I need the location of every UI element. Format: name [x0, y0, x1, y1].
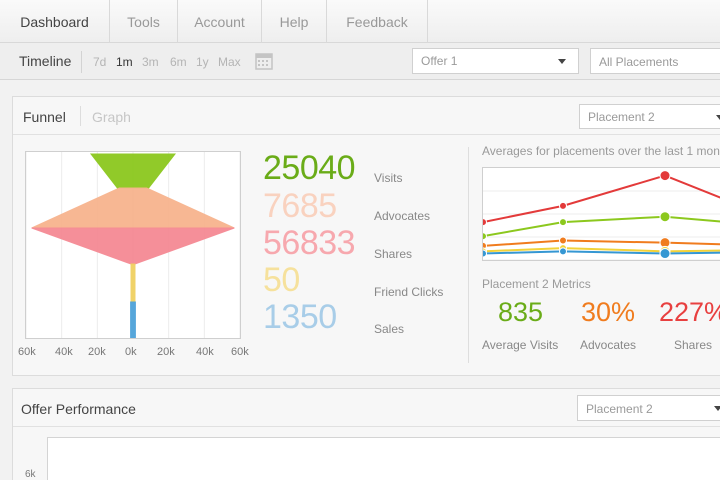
metric-value-friend-clicks: 50 — [263, 261, 300, 299]
x-tick-label: 0k — [125, 346, 137, 358]
series-line-2 — [483, 239, 720, 247]
series-line-1 — [483, 215, 720, 238]
series-line-0 — [483, 174, 720, 224]
range-1m[interactable]: 1m — [116, 55, 133, 69]
series-point-4 — [483, 249, 487, 258]
averages-title: Averages for placements over the last 1 … — [482, 144, 720, 158]
y-tick-label: 6k — [25, 469, 36, 480]
funnel-chart-svg — [25, 152, 241, 339]
nav-tab-account[interactable]: Account — [178, 0, 262, 43]
x-tick-label: 60k — [231, 346, 249, 358]
calendar-icon[interactable] — [255, 52, 273, 70]
metric-label-sales: Sales — [374, 322, 405, 336]
range-3m[interactable]: 3m — [142, 55, 159, 69]
pm-value-shares: 227% — [659, 297, 720, 327]
offer-performance-panel: Offer Performance Placement 2 6k — [12, 388, 720, 480]
metric-label-advocates: Advocates — [374, 209, 431, 223]
pm-label-advocates: Advocates — [580, 338, 637, 352]
panel-header: Offer Performance Placement 2 — [13, 389, 720, 427]
metric-value-shares: 56833 — [263, 224, 356, 262]
pm-value-average-visits: 835 — [498, 297, 544, 327]
nav-tab-tools[interactable]: Tools — [110, 0, 178, 43]
pm-label-shares: Shares — [674, 338, 713, 352]
series-point-4 — [659, 248, 671, 260]
pm-label-average-visits: Average Visits — [482, 338, 559, 352]
tab-graph[interactable]: Graph — [92, 109, 131, 125]
chevron-down-icon — [716, 114, 720, 120]
chevron-down-icon — [558, 59, 566, 64]
placement-select-value: Placement 2 — [586, 402, 653, 416]
top-nav: Dashboard Tools Account Help Feedback — [0, 0, 720, 43]
metric-label-friend-clicks: Friend Clicks — [374, 285, 444, 299]
timeline-bar: Timeline 7d 1m 3m 6m 1y Max Offer 1 All … — [0, 43, 720, 80]
panel-header: Funnel Graph Placement 2 — [13, 97, 720, 135]
placements-select[interactable]: All Placements — [590, 48, 720, 74]
funnel-segment-sales — [130, 301, 136, 339]
pm-value-advocates: 30% — [581, 297, 636, 327]
nav-tab-help[interactable]: Help — [262, 0, 327, 43]
series-point-2 — [559, 236, 567, 245]
range-7d[interactable]: 7d — [93, 55, 106, 69]
placement-metrics-title: Placement 2 Metrics — [482, 277, 591, 291]
funnel-segment-visits — [89, 153, 177, 189]
series-point-1 — [559, 218, 567, 227]
x-tick-label: 40k — [55, 346, 73, 358]
range-6m[interactable]: 6m — [170, 55, 187, 69]
funnel-segment-friend-clicks — [130, 263, 136, 303]
x-tick-label: 20k — [88, 346, 106, 358]
series-point-0 — [483, 218, 487, 227]
funnel-panel: Funnel Graph Placement 2 60k 40k 20k 0k … — [12, 96, 720, 376]
range-max[interactable]: Max — [218, 55, 241, 69]
range-1y[interactable]: 1y — [196, 55, 209, 69]
offer-performance-chart — [47, 437, 720, 480]
nav-tab-feedback[interactable]: Feedback — [327, 0, 428, 43]
timeline-label: Timeline — [19, 53, 72, 69]
nav-tab-dashboard[interactable]: Dashboard — [0, 0, 110, 43]
series-point-0 — [659, 170, 671, 182]
offer-select-value: Offer 1 — [421, 54, 458, 68]
funnel-chart — [25, 151, 241, 339]
offer-performance-title: Offer Performance — [21, 401, 136, 417]
series-point-0 — [559, 201, 567, 210]
offer-select[interactable]: Offer 1 — [412, 48, 579, 74]
averages-line-chart — [482, 167, 720, 261]
tab-funnel[interactable]: Funnel — [23, 109, 66, 125]
series-point-1 — [659, 211, 671, 223]
averages-line-chart-svg — [483, 170, 720, 260]
metric-value-sales: 1350 — [263, 298, 337, 336]
x-tick-label: 40k — [196, 346, 214, 358]
x-tick-label: 20k — [157, 346, 175, 358]
divider — [80, 106, 81, 126]
metric-value-advocates: 7685 — [263, 187, 337, 225]
metric-label-shares: Shares — [374, 247, 413, 261]
chevron-down-icon — [714, 406, 720, 411]
placement-select[interactable]: Placement 2 — [577, 395, 720, 421]
series-line-3 — [483, 247, 720, 253]
placements-select-value: All Placements — [599, 55, 679, 69]
divider — [468, 147, 469, 363]
divider — [81, 51, 82, 73]
x-tick-label: 60k — [18, 346, 36, 358]
metric-label-visits: Visits — [374, 171, 403, 185]
metric-value-visits: 25040 — [263, 149, 356, 187]
series-point-4 — [559, 247, 567, 256]
series-point-1 — [483, 232, 487, 241]
placement-select[interactable]: Placement 2 — [579, 104, 720, 129]
placement-select-value: Placement 2 — [588, 110, 655, 124]
